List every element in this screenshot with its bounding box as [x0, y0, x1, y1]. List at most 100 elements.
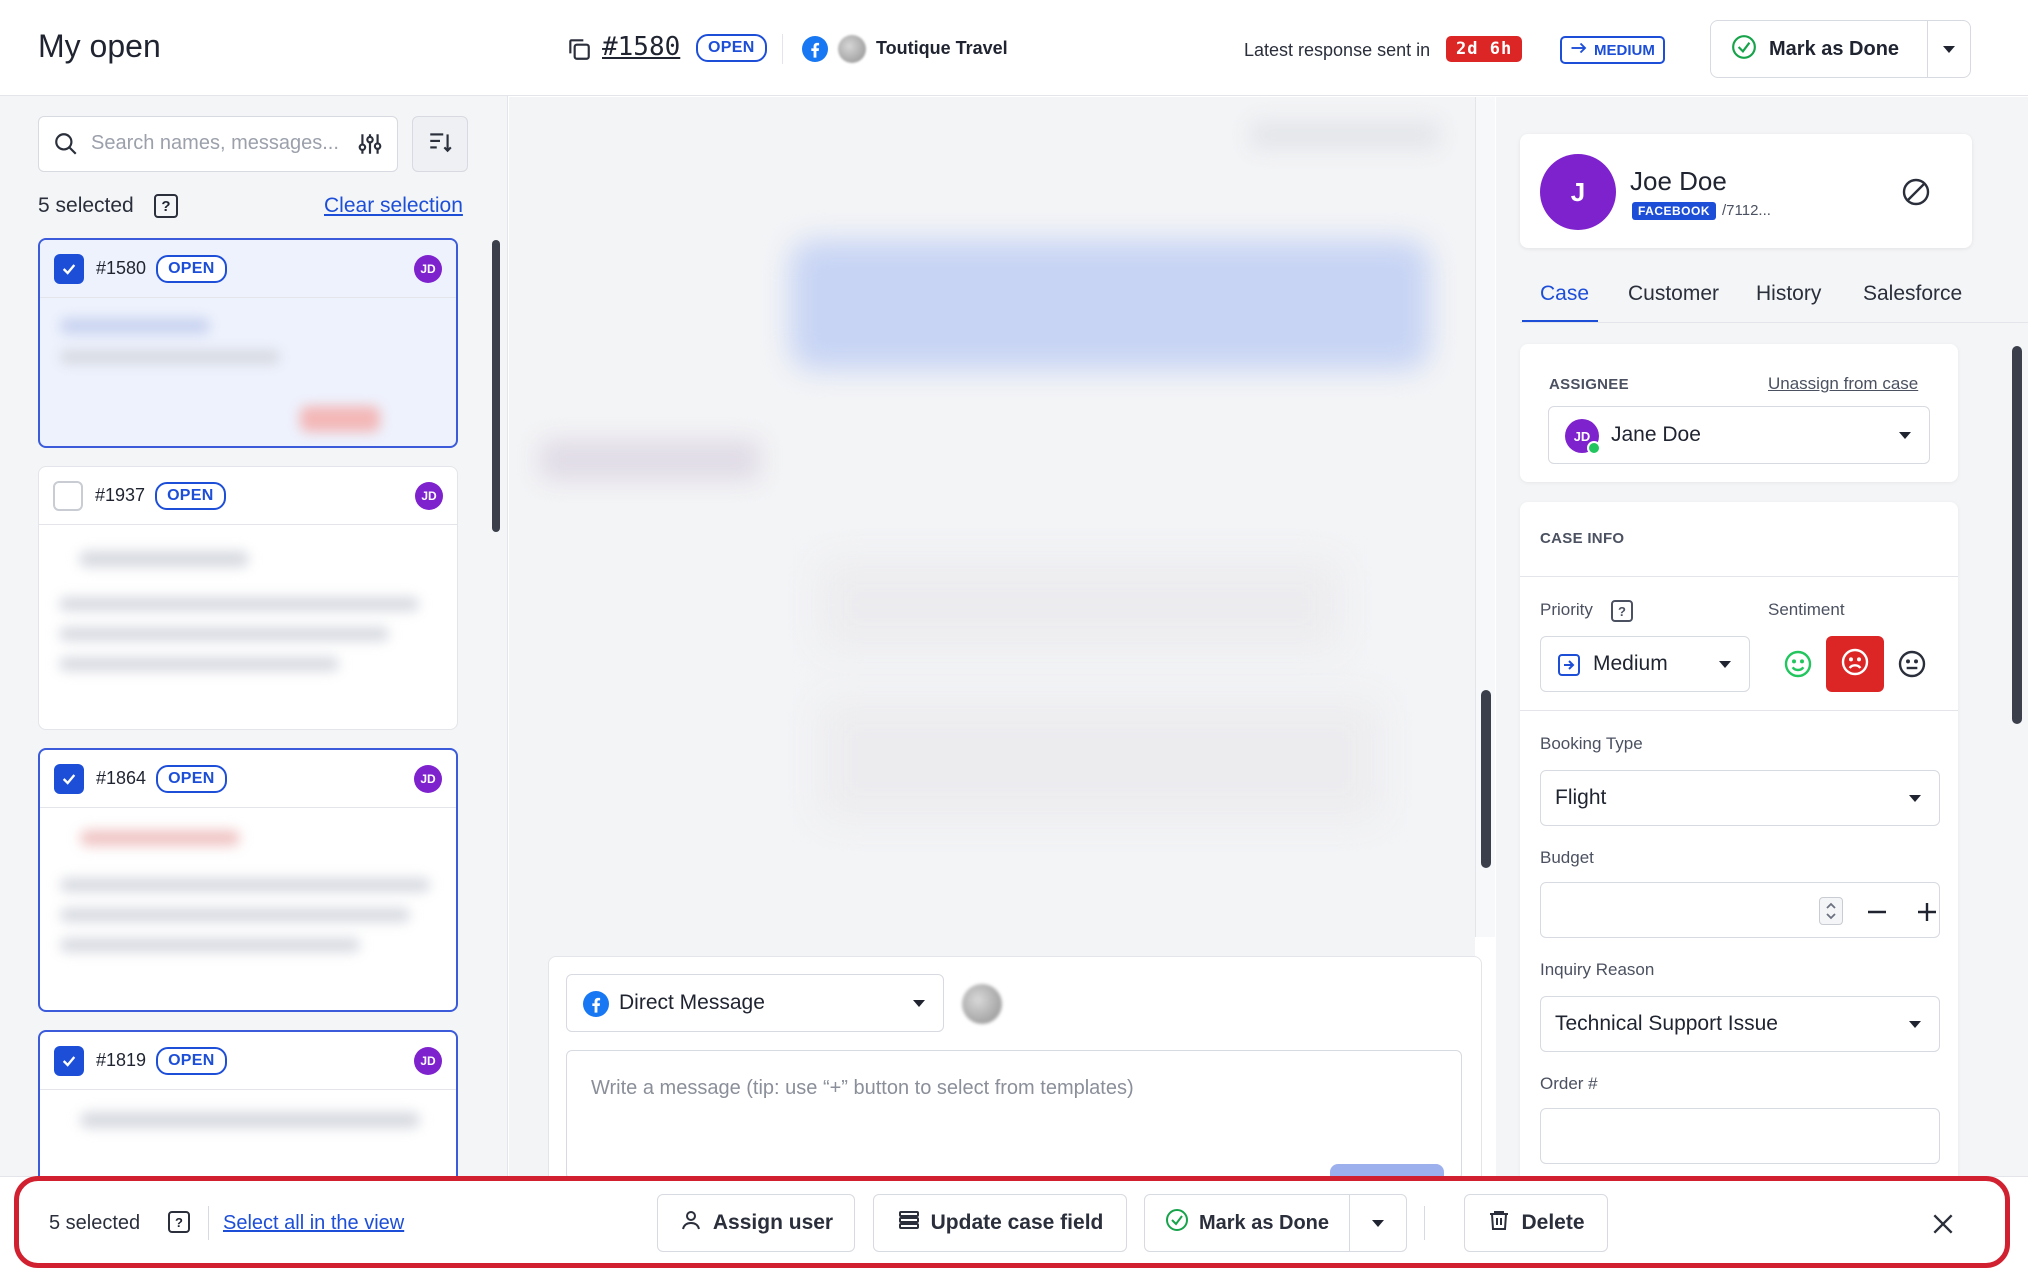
order-label: Order #	[1540, 1074, 1598, 1093]
message-input[interactable]: Write a message (tip: use “+” button to …	[566, 1050, 1462, 1180]
search-placeholder: Search names, messages...	[91, 132, 339, 154]
inquiry-reason-label: Inquiry Reason	[1540, 960, 1655, 979]
assignee-avatar: JD	[1565, 419, 1601, 455]
assignee-name: Jane Doe	[1611, 423, 1701, 446]
channel-label: Direct Message	[619, 991, 765, 1014]
customer-avatar	[838, 35, 866, 63]
avatar: JD	[414, 1046, 442, 1075]
budget-spinner[interactable]	[1819, 897, 1843, 925]
clear-selection-link[interactable]: Clear selection	[324, 194, 463, 218]
booking-type-value: Flight	[1555, 786, 1607, 809]
priority-label: Priority	[1540, 600, 1593, 619]
assignee-select[interactable]: JD Jane Doe	[1548, 406, 1930, 464]
priority-value: Medium	[1593, 652, 1668, 675]
case-number: #1819	[96, 1050, 147, 1070]
booking-type-select[interactable]: Flight	[1540, 770, 1940, 826]
update-case-field-label: Update case field	[930, 1211, 1104, 1234]
priority-badge-label: MEDIUM	[1594, 41, 1655, 59]
help-icon[interactable]: ?	[168, 1211, 190, 1233]
conversation-scrollbar[interactable]	[1481, 690, 1491, 868]
avatar: JD	[415, 481, 443, 510]
bulk-mark-done-button[interactable]: Mark as Done	[1144, 1194, 1350, 1252]
sentiment-neutral-icon[interactable]	[1896, 648, 1928, 685]
budget-input[interactable]	[1540, 882, 1940, 938]
mark-done-button[interactable]: Mark as Done	[1710, 20, 1928, 78]
sort-button[interactable]	[412, 116, 468, 172]
case-number: #1937	[95, 485, 146, 505]
case-checkbox[interactable]	[54, 763, 84, 794]
case-checkbox[interactable]	[53, 480, 83, 511]
help-icon[interactable]: ?	[154, 194, 178, 218]
search-input[interactable]: Search names, messages...	[38, 116, 398, 172]
selected-count: 5 selected	[38, 194, 134, 217]
case-number: #1864	[96, 768, 147, 788]
divider	[1424, 1206, 1425, 1240]
sort-icon	[427, 129, 453, 160]
channel-select[interactable]: Direct Message	[566, 974, 944, 1032]
section-divider	[1520, 576, 1958, 577]
assignee-label: ASSIGNEE	[1549, 376, 1629, 393]
tab-customer[interactable]: Customer	[1628, 282, 1719, 306]
arrow-right-icon	[1557, 653, 1581, 682]
close-icon[interactable]	[1930, 1211, 1956, 1242]
tab-case[interactable]: Case	[1540, 282, 1589, 306]
search-icon	[53, 131, 79, 162]
assign-user-button[interactable]: Assign user	[657, 1194, 855, 1252]
delete-label: Delete	[1521, 1211, 1585, 1234]
bulk-selected-count: 5 selected	[49, 1212, 141, 1234]
chevron-down-icon	[1372, 1220, 1384, 1227]
case-status-badge: OPEN	[696, 34, 767, 62]
delete-button[interactable]: Delete	[1464, 1194, 1608, 1252]
unassign-link[interactable]: Unassign from case	[1768, 374, 1918, 394]
avatar: JD	[414, 764, 442, 793]
chevron-down-icon	[1899, 432, 1911, 439]
check-circle-icon	[1731, 34, 1757, 65]
budget-label: Budget	[1540, 848, 1594, 867]
order-input[interactable]	[1540, 1108, 1940, 1164]
response-time-badge: 2d 6h	[1446, 36, 1523, 62]
priority-help-icon[interactable]: ?	[1611, 600, 1633, 622]
block-icon[interactable]	[1900, 176, 1932, 213]
bulk-mark-done-dropdown[interactable]	[1349, 1194, 1407, 1252]
mark-done-dropdown[interactable]	[1927, 20, 1971, 78]
sentiment-negative-button[interactable]	[1826, 636, 1884, 692]
priority-badge: MEDIUM	[1560, 36, 1665, 64]
sentiment-positive-icon[interactable]	[1782, 648, 1814, 685]
tab-history[interactable]: History	[1756, 282, 1821, 306]
divider	[782, 34, 783, 64]
chevron-down-icon	[1943, 46, 1955, 53]
copy-icon[interactable]	[566, 36, 592, 67]
case-card[interactable]: #1819 OPEN JD	[38, 1030, 458, 1190]
case-checkbox[interactable]	[54, 1045, 84, 1076]
priority-select[interactable]: Medium	[1540, 636, 1750, 692]
inquiry-reason-select[interactable]: Technical Support Issue	[1540, 996, 1940, 1052]
case-card[interactable]: #1937 OPEN JD	[38, 466, 458, 730]
case-id[interactable]: #1580	[602, 32, 680, 62]
chevron-down-icon	[1909, 795, 1921, 802]
case-card[interactable]: #1580 OPEN JD	[38, 238, 458, 448]
contact-name: Joe Doe	[1630, 166, 1727, 196]
tab-salesforce[interactable]: Salesforce	[1863, 282, 1962, 306]
chevron-down-icon	[1719, 661, 1731, 668]
plus-icon[interactable]	[1916, 901, 1938, 928]
facebook-icon	[583, 991, 609, 1022]
filter-sliders-icon[interactable]	[357, 131, 383, 162]
update-case-field-button[interactable]: Update case field	[873, 1194, 1127, 1252]
sender-avatar[interactable]	[962, 984, 1002, 1024]
minus-icon[interactable]	[1866, 901, 1888, 928]
case-info-title: CASE INFO	[1540, 530, 1625, 547]
select-all-link[interactable]: Select all in the view	[223, 1212, 404, 1235]
tabs-divider	[1520, 322, 2028, 323]
online-status-dot	[1587, 441, 1601, 455]
divider	[208, 1206, 209, 1240]
case-card[interactable]: #1864 OPEN JD	[38, 748, 458, 1012]
status-badge: OPEN	[156, 254, 227, 283]
chevron-down-icon	[1909, 1021, 1921, 1028]
mark-done-label: Mark as Done	[1769, 37, 1900, 60]
details-scrollbar[interactable]	[2012, 346, 2022, 724]
contact-avatar: J	[1540, 154, 1616, 230]
sentiment-label: Sentiment	[1768, 600, 1845, 619]
contact-handle: /7112...	[1722, 202, 1771, 219]
case-list-scrollbar[interactable]	[492, 240, 500, 532]
case-checkbox[interactable]	[54, 253, 84, 284]
